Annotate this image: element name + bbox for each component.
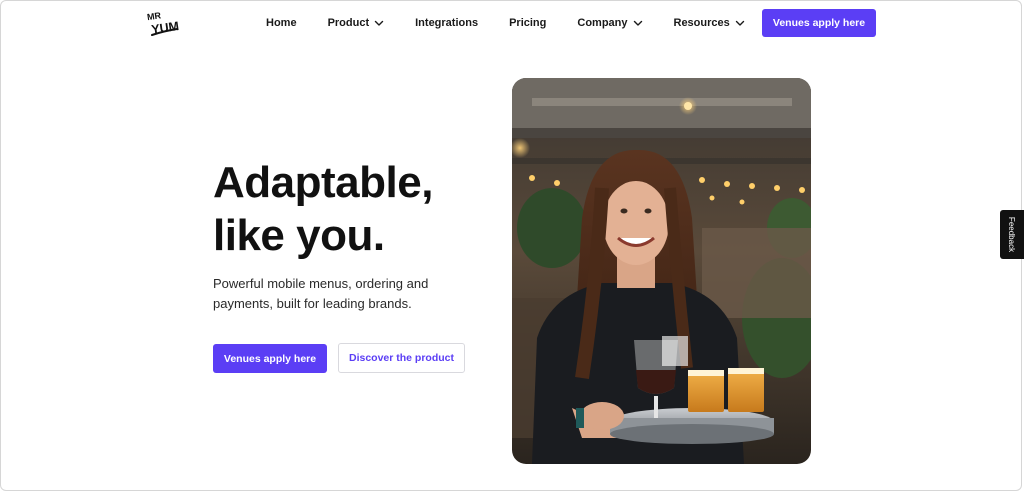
nav-company[interactable]: Company	[577, 17, 642, 29]
hero-title: Adaptable, like you.	[213, 156, 493, 262]
hero-photo	[512, 78, 811, 464]
chevron-down-icon	[633, 18, 643, 28]
hero-subtitle: Powerful mobile menus, ordering and paym…	[213, 276, 429, 311]
hero-title-line2: like you.	[213, 211, 385, 260]
nav-home[interactable]: Home	[266, 17, 297, 29]
mr-yum-logo[interactable]: MR YUM	[146, 8, 182, 36]
nav-integrations-label: Integrations	[415, 17, 479, 29]
main-nav: Home Product Integrations Pricing Compan…	[266, 14, 745, 32]
feedback-tab[interactable]: Feedback	[1000, 210, 1024, 259]
nav-home-label: Home	[266, 17, 297, 29]
venues-apply-button[interactable]: Venues apply here	[213, 344, 327, 373]
window-frame	[0, 0, 1022, 491]
logo-text-mr: MR	[146, 10, 162, 22]
feedback-label: Feedback	[1007, 216, 1017, 253]
nav-product-label: Product	[327, 17, 370, 29]
nav-company-label: Company	[577, 17, 628, 29]
chevron-down-icon	[735, 18, 745, 28]
hero-title-line1: Adaptable,	[213, 158, 433, 207]
discover-product-button[interactable]: Discover the product	[338, 343, 465, 373]
nav-resources[interactable]: Resources	[674, 17, 745, 29]
venues-apply-header-button[interactable]: Venues apply here	[762, 9, 876, 37]
nav-pricing-label: Pricing	[509, 17, 547, 29]
site-header: MR YUM Home Product Integrations Pricing…	[0, 0, 1024, 46]
chevron-down-icon	[374, 18, 384, 28]
nav-pricing[interactable]: Pricing	[509, 17, 546, 29]
nav-product[interactable]: Product	[328, 17, 385, 29]
nav-resources-label: Resources	[673, 17, 730, 29]
nav-integrations[interactable]: Integrations	[415, 17, 478, 29]
